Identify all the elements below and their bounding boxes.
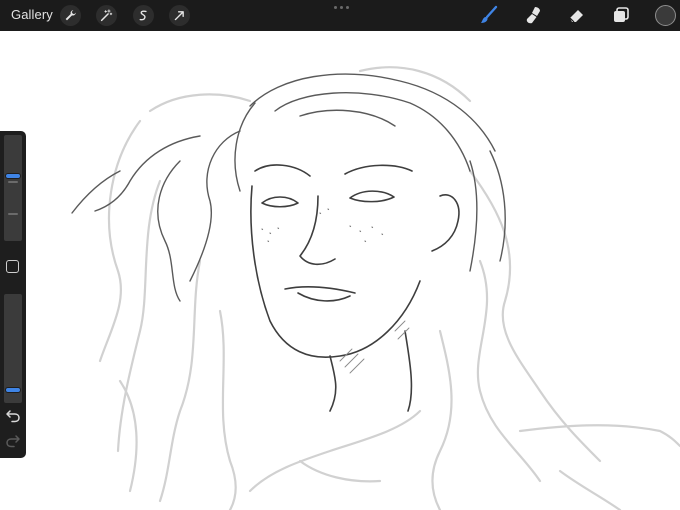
- gallery-button[interactable]: Gallery: [11, 7, 53, 22]
- drawing-canvas[interactable]: [0, 31, 680, 510]
- smudge-icon: [526, 7, 540, 24]
- redo-icon[interactable]: [5, 434, 21, 448]
- actions-button[interactable]: [60, 5, 81, 26]
- brush-opacity-thumb[interactable]: [5, 386, 21, 393]
- undo-icon[interactable]: [5, 409, 21, 423]
- toolbar-grip-handle[interactable]: [334, 6, 349, 9]
- magic-wand-icon: [100, 9, 113, 22]
- brush-size-slider[interactable]: [4, 135, 22, 241]
- wrench-icon: [65, 10, 76, 21]
- color-picker-button[interactable]: [655, 5, 676, 26]
- transform-button[interactable]: [169, 5, 190, 26]
- brush-icon: [481, 5, 498, 23]
- sketch-artwork: [71, 66, 680, 510]
- eraser-icon: [569, 10, 583, 23]
- top-toolbar: Gallery: [0, 0, 680, 31]
- selection-button[interactable]: [133, 5, 154, 26]
- brush-tool-button[interactable]: [478, 4, 500, 26]
- transform-arrow-icon: [174, 11, 184, 21]
- eraser-tool-button[interactable]: [566, 4, 588, 26]
- modify-button[interactable]: [6, 260, 19, 273]
- slider-tick: [8, 181, 18, 183]
- brush-sidebar: [0, 131, 26, 458]
- adjustments-button[interactable]: [96, 5, 117, 26]
- layers-button[interactable]: [610, 4, 632, 26]
- brush-opacity-slider[interactable]: [4, 294, 22, 403]
- smudge-tool-button[interactable]: [522, 4, 544, 26]
- brush-size-thumb[interactable]: [5, 173, 21, 179]
- layers-icon: [614, 7, 629, 22]
- selection-icon: [139, 10, 147, 21]
- slider-tick: [8, 213, 18, 215]
